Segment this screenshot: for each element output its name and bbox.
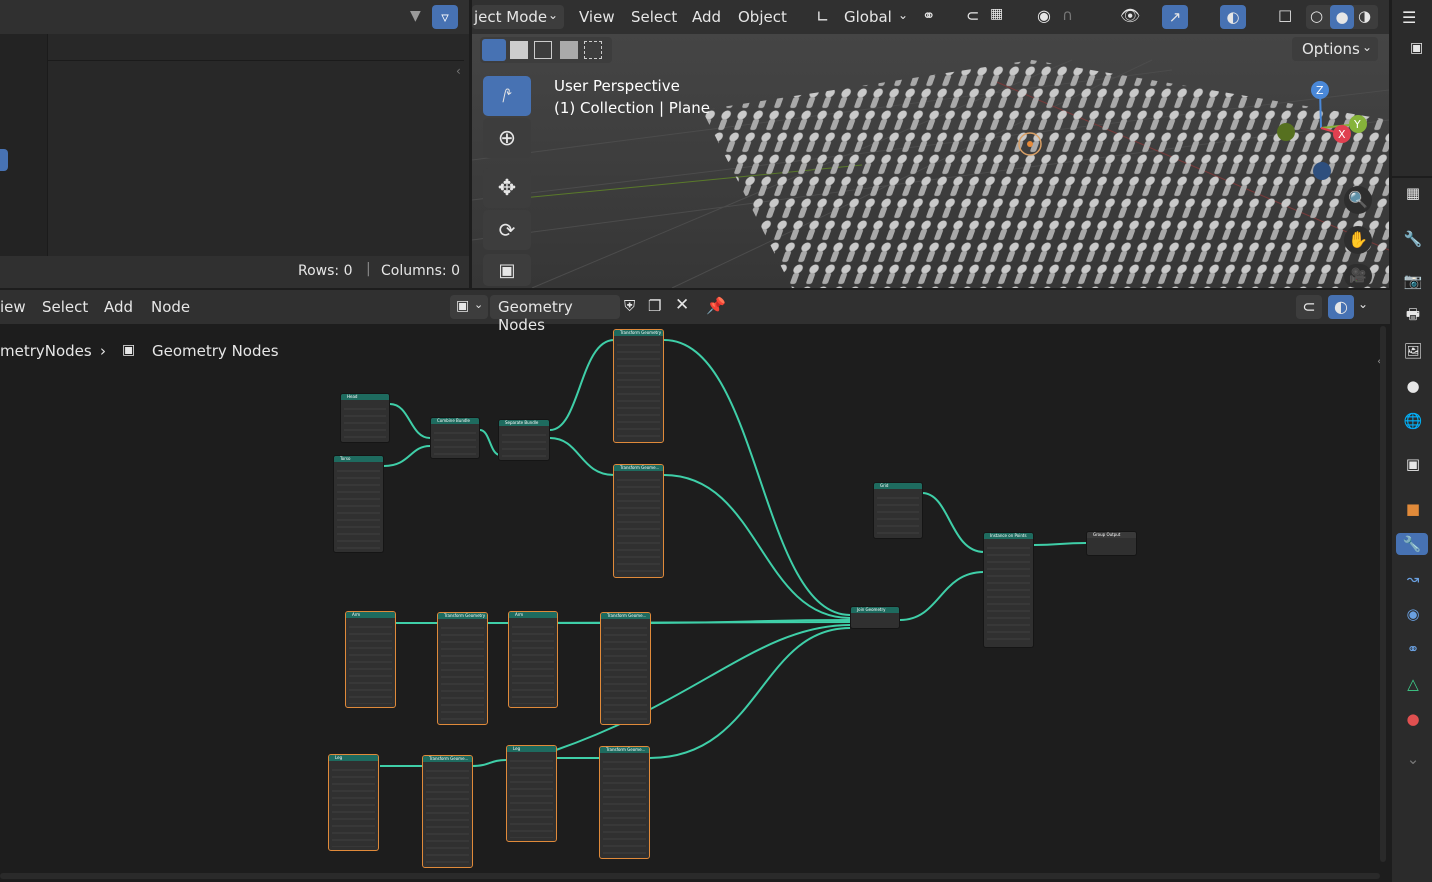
- node-title: Transform Geome...: [600, 747, 649, 753]
- node-title: Grid: [874, 483, 922, 489]
- node-leg[interactable]: Leg: [328, 754, 379, 851]
- node-head[interactable]: Head: [340, 393, 390, 443]
- node-title: Head: [341, 394, 389, 400]
- node-title: Transform Geome...: [614, 465, 663, 471]
- node-transform-geometry[interactable]: Transform Geome...: [600, 612, 651, 725]
- node-links: [380, 339, 1087, 767]
- node-title: Instance on Points: [984, 533, 1033, 539]
- node-title: Transform Geometry: [614, 330, 663, 336]
- node-arm[interactable]: Arm: [345, 611, 396, 708]
- node-title: Arm: [509, 612, 557, 618]
- node-title: Transform Geome...: [423, 756, 472, 762]
- node-leg[interactable]: Leg: [506, 745, 557, 842]
- node-join-geometry[interactable]: Join Geometry: [850, 606, 900, 629]
- node-title: Transform Geome...: [601, 613, 650, 619]
- node-transform-geometry[interactable]: Transform Geometry: [613, 329, 664, 443]
- node-title: Leg: [507, 746, 556, 752]
- node-transform-geometry[interactable]: Transform Geome...: [613, 464, 664, 578]
- node-title: Group Output: [1087, 532, 1136, 538]
- node-title: Transform Geometry: [438, 613, 487, 619]
- node-transform-geometry[interactable]: Transform Geometry: [437, 612, 488, 725]
- node-transform-geometry[interactable]: Transform Geome...: [599, 746, 650, 859]
- node-arm[interactable]: Arm: [508, 611, 558, 708]
- node-title: Leg: [329, 755, 378, 761]
- node-grid[interactable]: Grid: [873, 482, 923, 539]
- node-transform-geometry[interactable]: Transform Geome...: [422, 755, 473, 868]
- node-title: Separate Bundle: [499, 420, 549, 426]
- node-title: Torso: [334, 456, 383, 462]
- node-group-output[interactable]: Group Output: [1086, 531, 1137, 556]
- node-title: Arm: [346, 612, 395, 618]
- node-title: Combine Bundle: [431, 418, 479, 424]
- node-separate-bundle[interactable]: Separate Bundle: [498, 419, 550, 461]
- node-instance-on-points[interactable]: Instance on Points: [983, 532, 1034, 648]
- node-combine-bundle[interactable]: Combine Bundle: [430, 417, 480, 459]
- node-title: Join Geometry: [851, 607, 899, 613]
- node-torso[interactable]: Torso: [333, 455, 384, 553]
